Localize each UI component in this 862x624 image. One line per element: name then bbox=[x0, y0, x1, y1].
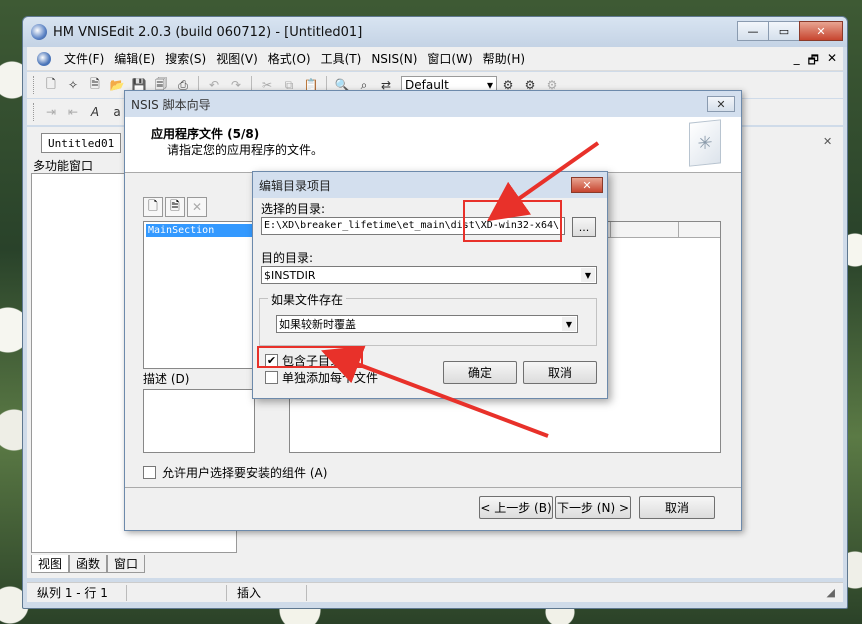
indent-icon[interactable]: ⇥ bbox=[42, 103, 60, 121]
chevron-down-icon[interactable]: ▼ bbox=[581, 268, 595, 282]
mdi-restore-button[interactable]: 🗗 bbox=[808, 51, 819, 72]
column-divider bbox=[678, 222, 679, 238]
section-list[interactable]: MainSection bbox=[143, 221, 255, 369]
section-toolbar: 🗋 🗎 ✕ bbox=[143, 197, 207, 217]
allow-select-checkbox[interactable] bbox=[143, 466, 156, 479]
window-controls: — ▭ ✕ bbox=[737, 21, 843, 41]
overwrite-value: 如果较新时覆盖 bbox=[279, 318, 356, 331]
toolbar-grip bbox=[33, 76, 36, 94]
dest-dir-label: 目的目录: bbox=[261, 251, 314, 265]
add-each-file-checkbox[interactable] bbox=[265, 371, 278, 384]
menu-view[interactable]: 视图(V) bbox=[211, 50, 263, 67]
dest-dir-combo[interactable]: $INSTDIR ▼ bbox=[261, 266, 597, 284]
menu-search[interactable]: 搜索(S) bbox=[160, 50, 211, 67]
description-label: 描述 (D) bbox=[143, 372, 190, 386]
edit-directory-dialog: 编辑目录项目 ✕ 选择的目录: E:\XD\breaker_lifetime\e… bbox=[252, 171, 608, 399]
include-subdirs-label: 包含子目录 bbox=[282, 354, 343, 368]
tabs-close-icon[interactable]: ✕ bbox=[823, 135, 832, 148]
window-title: HM VNISEdit 2.0.3 (build 060712) - [Unti… bbox=[53, 24, 363, 40]
overwrite-group-label: 如果文件存在 bbox=[268, 291, 347, 308]
tab-view[interactable]: 视图 bbox=[31, 555, 70, 573]
source-dir-label: 选择的目录: bbox=[261, 202, 326, 216]
status-mode: 插入 bbox=[227, 584, 307, 601]
ok-button[interactable]: 确定 bbox=[443, 361, 517, 384]
wizard-cancel-button[interactable]: 取消 bbox=[639, 496, 715, 519]
status-position: 纵列 1 - 行 1 bbox=[27, 584, 127, 601]
overwrite-combo[interactable]: 如果较新时覆盖 ▼ bbox=[276, 315, 578, 333]
menu-window[interactable]: 窗口(W) bbox=[422, 50, 477, 67]
browse-button[interactable]: ... bbox=[572, 217, 596, 237]
allow-select-label: 允许用户选择要安装的组件 (A) bbox=[162, 466, 328, 480]
edit-dialog-close-button[interactable]: ✕ bbox=[571, 177, 603, 193]
section-item-main[interactable]: MainSection bbox=[146, 224, 252, 237]
app-logo-icon bbox=[31, 24, 47, 40]
footer-divider bbox=[125, 487, 741, 488]
add-each-file-option[interactable]: 单独添加每个文件 bbox=[265, 369, 378, 386]
next-button[interactable]: 下一步 (N) > bbox=[555, 496, 631, 519]
document-icon bbox=[37, 51, 51, 66]
new-file-icon[interactable]: 🗋 bbox=[42, 76, 60, 94]
tab-untitled01[interactable]: Untitled01 bbox=[41, 133, 122, 153]
menu-file[interactable]: 文件(F) bbox=[59, 50, 109, 67]
allow-select-components[interactable]: 允许用户选择要安装的组件 (A) bbox=[143, 464, 327, 481]
menu-bar: 文件(F) 编辑(E) 搜索(S) 视图(V) 格式(O) 工具(T) NSIS… bbox=[27, 47, 843, 71]
edit-dialog-title-bar: 编辑目录项目 ✕ bbox=[253, 172, 607, 198]
include-subdirs-checkbox[interactable]: ✔ bbox=[265, 354, 278, 367]
wizard-close-button[interactable]: ✕ bbox=[707, 96, 735, 112]
menu-tools[interactable]: 工具(T) bbox=[316, 50, 367, 67]
menu-format[interactable]: 格式(O) bbox=[263, 50, 316, 67]
template-icon[interactable]: 🗎 bbox=[86, 76, 104, 94]
back-button[interactable]: < 上一步 (B) bbox=[479, 496, 553, 519]
panel-tabs: 视图 函数 窗口 bbox=[31, 555, 146, 573]
new-section-icon[interactable]: 🗋 bbox=[143, 197, 163, 217]
description-field[interactable] bbox=[143, 389, 255, 453]
delete-icon[interactable]: ✕ bbox=[187, 197, 207, 217]
include-subdirs-option[interactable]: ✔ 包含子目录 bbox=[265, 352, 342, 369]
title-bar: HM VNISEdit 2.0.3 (build 060712) - [Unti… bbox=[23, 17, 847, 47]
resize-grip-icon[interactable]: ◢ bbox=[827, 586, 835, 599]
mdi-minimize-button[interactable]: _ bbox=[794, 51, 800, 72]
menu-nsis[interactable]: NSIS(N) bbox=[366, 52, 422, 66]
chevron-down-icon[interactable]: ▼ bbox=[562, 317, 576, 331]
menu-edit[interactable]: 编辑(E) bbox=[109, 50, 160, 67]
tab-windows[interactable]: 窗口 bbox=[107, 555, 146, 573]
toolbar-grip bbox=[33, 103, 36, 121]
maximize-button[interactable]: ▭ bbox=[768, 21, 800, 41]
wizard-page-icon: ✳ bbox=[689, 119, 721, 167]
wizard-icon[interactable]: ✧ bbox=[64, 76, 82, 94]
add-files-icon[interactable]: 🗎 bbox=[165, 197, 185, 217]
add-each-file-label: 单独添加每个文件 bbox=[282, 371, 379, 385]
close-button[interactable]: ✕ bbox=[799, 21, 843, 41]
status-empty bbox=[127, 584, 227, 601]
font-icon[interactable]: A bbox=[86, 103, 104, 121]
edit-dialog-title: 编辑目录项目 bbox=[259, 178, 332, 193]
menu-help[interactable]: 帮助(H) bbox=[478, 50, 530, 67]
dest-dir-value: $INSTDIR bbox=[264, 268, 316, 282]
outdent-icon[interactable]: ⇤ bbox=[64, 103, 82, 121]
minimize-button[interactable]: — bbox=[737, 21, 769, 41]
multi-panel-title: 多功能窗口 bbox=[33, 159, 94, 173]
overwrite-group: 如果文件存在 如果较新时覆盖 ▼ bbox=[259, 291, 597, 346]
wizard-title-bar: NSIS 脚本向导 ✕ bbox=[125, 91, 741, 117]
mdi-close-button[interactable]: ✕ bbox=[827, 51, 837, 72]
wizard-title: NSIS 脚本向导 bbox=[131, 97, 211, 112]
wizard-step-subtitle: 请指定您的应用程序的文件。 bbox=[167, 143, 324, 157]
source-dir-input[interactable]: E:\XD\breaker_lifetime\et_main\dist\XD-w… bbox=[261, 217, 565, 235]
wizard-step-title: 应用程序文件 (5/8) bbox=[151, 127, 260, 141]
wizard-header: 应用程序文件 (5/8) 请指定您的应用程序的文件。 ✳ bbox=[125, 117, 741, 173]
column-divider bbox=[610, 222, 611, 238]
status-bar: 纵列 1 - 行 1 插入 ◢ bbox=[27, 582, 843, 602]
mdi-controls: _ 🗗 ✕ bbox=[794, 51, 837, 72]
edit-cancel-button[interactable]: 取消 bbox=[523, 361, 597, 384]
tab-functions[interactable]: 函数 bbox=[69, 555, 108, 573]
